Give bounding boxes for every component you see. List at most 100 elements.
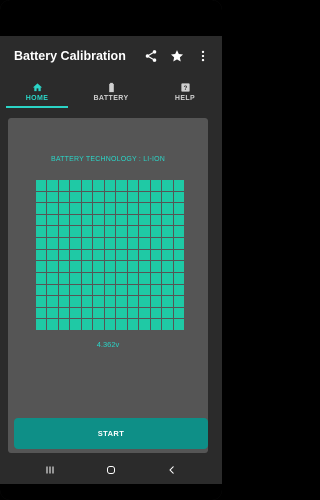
battery-cell (47, 307, 58, 319)
battery-cell (93, 296, 104, 307)
battery-cell (47, 261, 58, 272)
battery-cell (104, 180, 116, 191)
battery-cell (47, 214, 58, 226)
battery-cell (162, 214, 173, 226)
battery-cell (81, 272, 93, 284)
tab-home[interactable]: HOME (0, 76, 74, 108)
battery-cell (47, 238, 58, 249)
battery-cell (173, 319, 184, 330)
battery-cell (139, 284, 150, 296)
battery-cell (139, 319, 150, 330)
help-icon: ? (180, 83, 190, 92)
battery-cell (127, 180, 139, 191)
start-button[interactable]: START (14, 418, 208, 449)
battery-cell (70, 272, 81, 284)
battery-cell (36, 249, 47, 261)
battery-cell (116, 307, 127, 319)
home-circle-icon[interactable] (100, 459, 122, 481)
battery-cell (36, 284, 47, 296)
back-icon[interactable] (161, 459, 183, 481)
star-icon[interactable] (164, 43, 190, 69)
battery-cell (70, 307, 81, 319)
battery-cell (150, 180, 162, 191)
tab-help[interactable]: ? HELP (148, 76, 222, 108)
battery-cell (70, 203, 81, 214)
battery-cell (36, 319, 47, 330)
app-title: Battery Calibration (14, 49, 126, 63)
battery-cell (162, 296, 173, 307)
battery-cell (162, 180, 173, 191)
battery-cell (127, 272, 139, 284)
battery-cell (93, 203, 104, 214)
battery-cell (127, 238, 139, 249)
battery-cell (116, 249, 127, 261)
svg-text:?: ? (183, 86, 187, 92)
battery-cell (81, 249, 93, 261)
battery-cell (139, 307, 150, 319)
battery-cell (116, 180, 127, 191)
share-icon[interactable] (138, 43, 164, 69)
battery-cell (139, 249, 150, 261)
system-nav-bar (0, 456, 222, 484)
battery-cell (173, 307, 184, 319)
battery-cell (173, 226, 184, 238)
battery-cell (81, 214, 93, 226)
battery-cell (58, 214, 70, 226)
battery-cell (70, 261, 81, 272)
battery-cell (173, 296, 184, 307)
calibration-panel: BATTERY TECHNOLOGY : LI-ION 4.362v (8, 118, 208, 453)
battery-cell (127, 203, 139, 214)
battery-cell (116, 261, 127, 272)
battery-cell (127, 319, 139, 330)
battery-cell (150, 203, 162, 214)
battery-cell (58, 180, 70, 191)
battery-cell (150, 284, 162, 296)
battery-cell (93, 272, 104, 284)
battery-cell (127, 307, 139, 319)
recents-icon[interactable] (39, 459, 61, 481)
battery-cell (81, 238, 93, 249)
battery-cell (139, 296, 150, 307)
battery-cell (36, 180, 47, 191)
battery-cell (104, 238, 116, 249)
battery-cell (47, 319, 58, 330)
battery-cell (173, 214, 184, 226)
battery-cell (116, 226, 127, 238)
battery-cell (162, 226, 173, 238)
battery-cell-grid (36, 180, 184, 330)
home-icon (32, 83, 42, 92)
battery-cell (173, 249, 184, 261)
battery-cell (150, 238, 162, 249)
battery-cell (47, 249, 58, 261)
battery-cell (139, 191, 150, 203)
battery-cell (58, 272, 70, 284)
battery-cell (36, 191, 47, 203)
battery-cell (36, 238, 47, 249)
battery-cell (81, 319, 93, 330)
battery-cell (58, 296, 70, 307)
battery-cell (127, 261, 139, 272)
battery-cell (162, 261, 173, 272)
battery-cell (93, 214, 104, 226)
battery-cell (150, 214, 162, 226)
battery-cell (93, 319, 104, 330)
tab-battery[interactable]: BATTERY (74, 76, 148, 108)
battery-cell (70, 226, 81, 238)
battery-cell (162, 203, 173, 214)
battery-cell (139, 238, 150, 249)
battery-cell (127, 191, 139, 203)
battery-cell (116, 284, 127, 296)
battery-cell (36, 272, 47, 284)
battery-cell (58, 238, 70, 249)
battery-cell (139, 226, 150, 238)
battery-cell (116, 272, 127, 284)
app-bar: Battery Calibration (0, 36, 222, 76)
battery-cell (58, 319, 70, 330)
more-vert-icon[interactable] (190, 43, 216, 69)
battery-cell (36, 226, 47, 238)
battery-cell (93, 191, 104, 203)
battery-cell (93, 261, 104, 272)
battery-cell (70, 191, 81, 203)
battery-cell (150, 296, 162, 307)
battery-cell (93, 238, 104, 249)
